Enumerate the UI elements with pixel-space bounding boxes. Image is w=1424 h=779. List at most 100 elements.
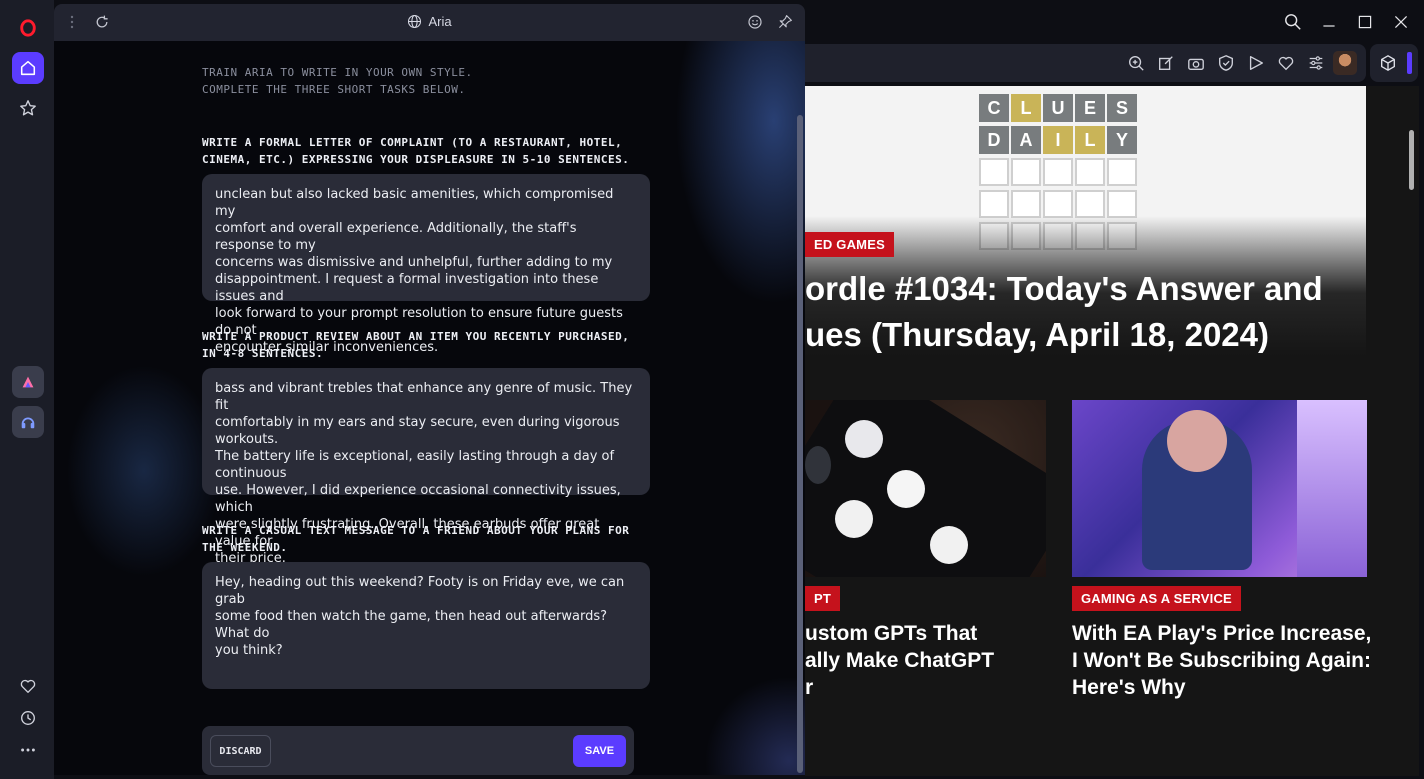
wordle-empty-tile: [979, 190, 1009, 218]
avatar[interactable]: [1333, 51, 1357, 75]
article-title[interactable]: With EA Play's Price Increase, I Won't B…: [1072, 620, 1371, 701]
minimize-icon[interactable]: [1319, 12, 1339, 32]
wordle-tile: A: [1011, 126, 1041, 154]
history-icon[interactable]: [12, 702, 44, 734]
article-title[interactable]: ustom GPTs That ally Make ChatGPT r: [805, 620, 994, 701]
heart-icon[interactable]: [12, 670, 44, 702]
prompt-line: IN 4-8 SENTENCES.: [202, 347, 324, 360]
category-tag[interactable]: PT: [805, 586, 841, 611]
wordle-tile: L: [1075, 126, 1105, 154]
panel-title: Aria: [54, 14, 805, 29]
window-titlebar: [805, 0, 1424, 44]
response-textarea[interactable]: unclean but also lacked basic amenities,…: [202, 174, 650, 355]
card-crusade-app-icon: [835, 500, 873, 538]
response-line: some food then watch the game, then head…: [215, 609, 608, 641]
wordle-empty-tile: [1011, 158, 1041, 186]
wordle-tile: Y: [1107, 126, 1137, 154]
headline-line: ordle #1034: Today's Answer and: [805, 270, 1323, 307]
easy-setup-icon[interactable]: [1307, 54, 1325, 72]
intro-line: COMPLETE THE THREE SHORT TASKS BELOW.: [202, 83, 466, 96]
clubcard-app-icon: [930, 526, 968, 564]
response-line: comfortably in my ears and stay secure, …: [215, 415, 620, 447]
favorite-icon[interactable]: [1277, 54, 1295, 72]
panel-scrollbar[interactable]: [797, 115, 803, 773]
category-tag[interactable]: ED GAMES: [805, 232, 894, 257]
prompt-line: WRITE A FORMAL LETTER OF COMPLAINT (TO A…: [202, 136, 623, 149]
globe-icon: [408, 14, 422, 29]
wordle-tile: L: [1011, 94, 1041, 122]
response-line: The battery life is exceptional, easily …: [215, 449, 615, 481]
shelf: [1297, 400, 1367, 577]
response-line: Hey, heading out this weekend? Footy is …: [215, 575, 625, 607]
prompt-line: WRITE A PRODUCT REVIEW ABOUT AN ITEM YOU…: [202, 330, 630, 343]
edit-icon[interactable]: [1157, 54, 1175, 72]
action-bar: DISCARD SAVE: [202, 726, 634, 775]
title-line: ustom GPTs That: [805, 622, 978, 645]
opera-sidebar: [0, 0, 54, 779]
prompt-line: THE WEEKEND.: [202, 541, 288, 554]
extensions-box: [1370, 44, 1418, 82]
response-line: disappointment. I request a formal inves…: [215, 272, 599, 304]
task-prompt: WRITE A CASUAL TEXT MESSAGE TO A FRIEND …: [202, 522, 662, 556]
wordle-tile: C: [979, 94, 1009, 122]
wordle-tile: S: [1107, 94, 1137, 122]
title-line: r: [805, 676, 814, 699]
title-line: Here's Why: [1072, 676, 1186, 699]
home-icon[interactable]: [12, 52, 44, 84]
shield-icon[interactable]: [1217, 54, 1235, 72]
prompt-line: WRITE A CASUAL TEXT MESSAGE TO A FRIEND …: [202, 524, 630, 537]
article-thumbnail[interactable]: [805, 400, 1046, 577]
music-player-icon[interactable]: [12, 406, 44, 438]
calculator-app-icon: [845, 420, 883, 458]
more-icon[interactable]: [12, 734, 44, 766]
send-icon[interactable]: [1247, 54, 1265, 72]
zoom-icon[interactable]: [1127, 54, 1145, 72]
wordle-tile: E: [1075, 94, 1105, 122]
cube-icon[interactable]: [1379, 54, 1397, 72]
panel-title-text: Aria: [428, 14, 452, 29]
wordle-empty-tile: [1107, 190, 1137, 218]
intro-text: TRAIN ARIA TO WRITE IN YOUR OWN STYLE. C…: [202, 64, 662, 98]
wordle-empty-tile: [1075, 158, 1105, 186]
pin-icon[interactable]: [777, 14, 793, 30]
close-icon[interactable]: [1391, 12, 1411, 32]
wordle-empty-tile: [1011, 190, 1041, 218]
wordle-tile: I: [1043, 126, 1073, 154]
search-icon[interactable]: [1283, 12, 1303, 32]
chatgpt-app-icon: [887, 470, 925, 508]
web-page: C L U E S D A I L Y ED GAMES ordle #1034…: [805, 86, 1419, 776]
save-button[interactable]: SAVE: [573, 735, 626, 767]
hero-headline[interactable]: ordle #1034: Today's Answer and ues (Thu…: [805, 266, 1365, 358]
title-line: With EA Play's Price Increase,: [1072, 622, 1372, 645]
emoji-icon[interactable]: [747, 14, 763, 30]
discard-button[interactable]: DISCARD: [210, 735, 271, 767]
response-textarea[interactable]: bass and vibrant trebles that enhance an…: [202, 368, 650, 566]
prompt-line: CINEMA, ETC.) EXPRESSING YOUR DISPLEASUR…: [202, 153, 630, 166]
star-icon[interactable]: [12, 92, 44, 124]
aria-app-icon[interactable]: [12, 366, 44, 398]
phone-image: [805, 400, 1046, 577]
opera-logo-icon[interactable]: [12, 12, 44, 44]
wordle-empty-tile: [979, 158, 1009, 186]
page-scrollbar[interactable]: [1409, 130, 1414, 190]
response-line: concerns was dismissive and unhelpful, f…: [215, 255, 613, 270]
wordle-empty-tile: [1107, 158, 1137, 186]
response-line: unclean but also lacked basic amenities,…: [215, 187, 614, 219]
response-line: comfort and overall experience. Addition…: [215, 221, 577, 253]
wordle-tile: D: [979, 126, 1009, 154]
screen: C L U E S D A I L Y ED GAMES ordle #1034…: [0, 0, 1424, 779]
title-line: I Won't Be Subscribing Again:: [1072, 649, 1371, 672]
article-thumbnail[interactable]: [1072, 400, 1367, 577]
category-tag[interactable]: GAMING AS A SERVICE: [1072, 586, 1241, 611]
title-line: ally Make ChatGPT: [805, 649, 995, 672]
aria-panel-header: Aria: [54, 4, 805, 41]
response-textarea[interactable]: Hey, heading out this weekend? Footy is …: [202, 562, 650, 689]
task-prompt: WRITE A PRODUCT REVIEW ABOUT AN ITEM YOU…: [202, 328, 662, 362]
response-line: bass and vibrant trebles that enhance an…: [215, 381, 633, 413]
response-line: use. However, I did experience occasiona…: [215, 483, 621, 515]
buriedbornes-app-icon: [805, 446, 831, 484]
camera-icon[interactable]: [1187, 54, 1205, 72]
address-toolbar: [805, 44, 1366, 82]
headline-line: ues (Thursday, April 18, 2024): [805, 316, 1269, 353]
maximize-icon[interactable]: [1355, 12, 1375, 32]
